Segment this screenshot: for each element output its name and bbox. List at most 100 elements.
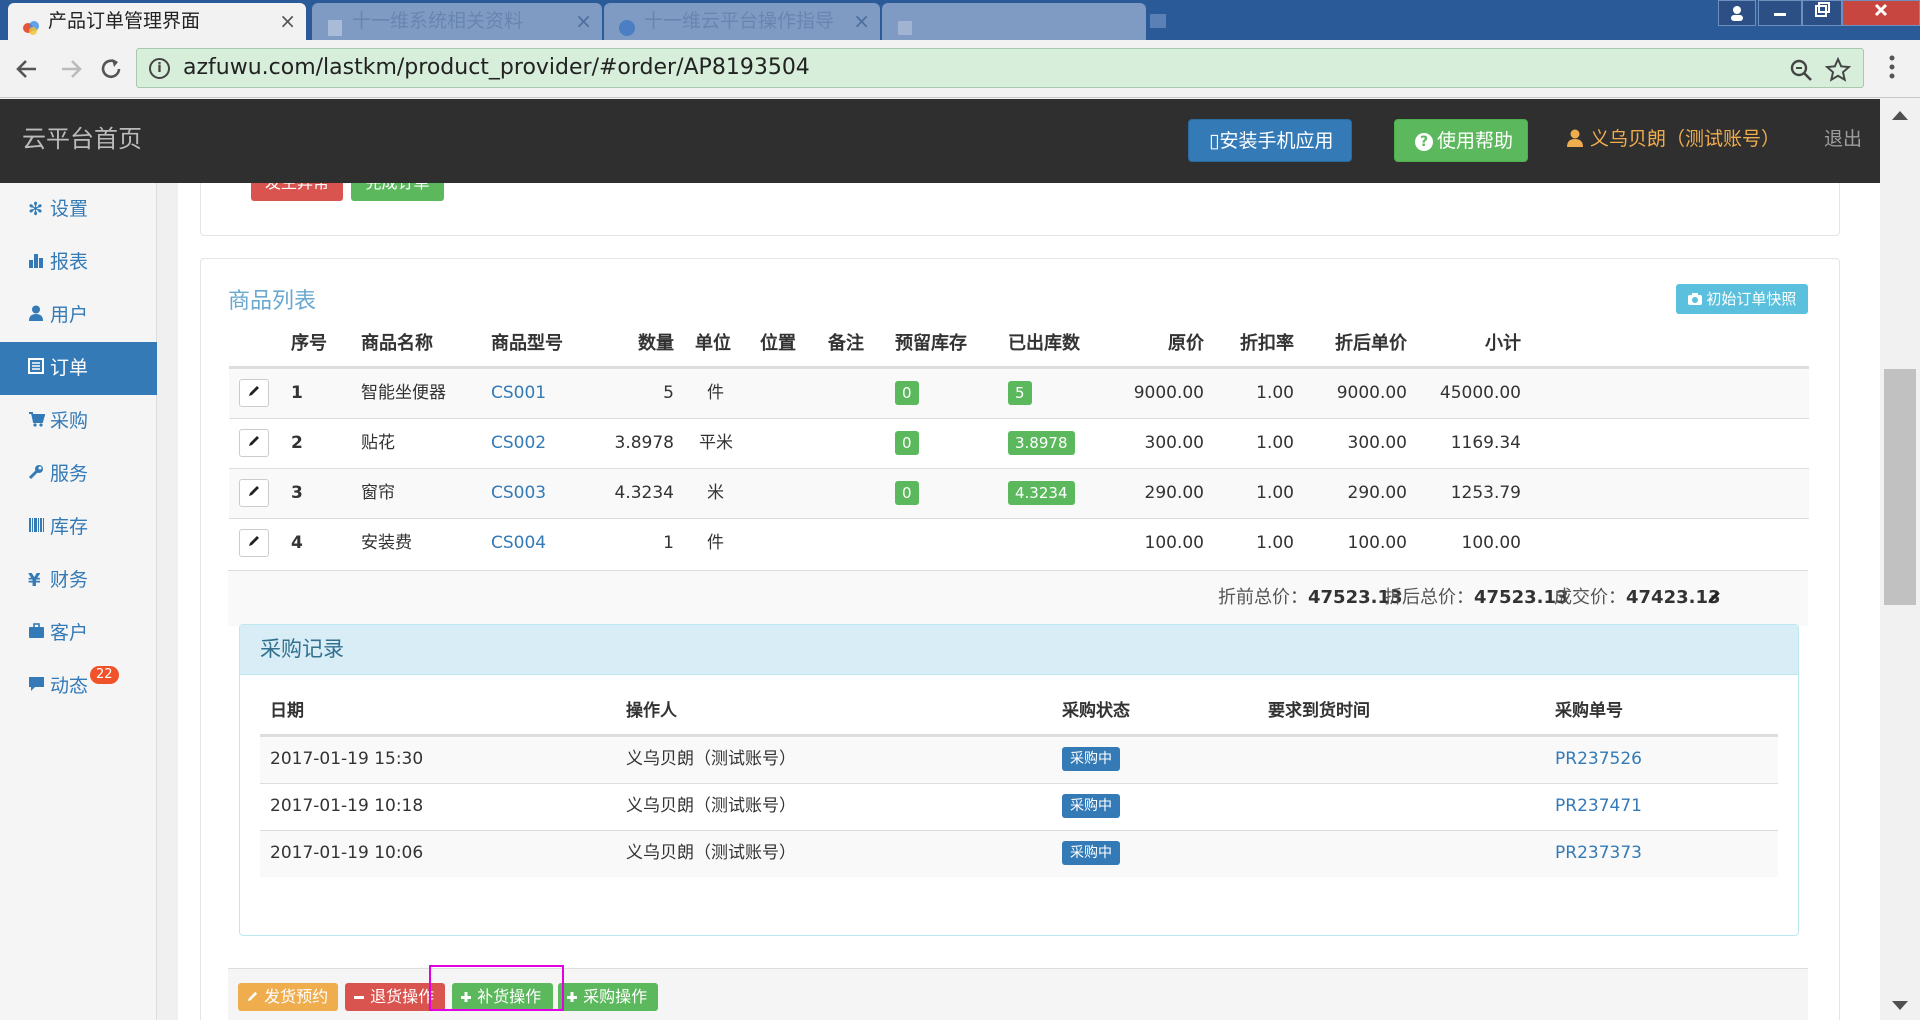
product-name: 安装费 (361, 533, 412, 553)
shipped-count: 4.3234 (1008, 469, 1075, 517)
subtotal: 1253.79 (1450, 483, 1521, 503)
edit-pencil-icon[interactable] (239, 429, 269, 457)
unit: 平米 (699, 433, 733, 453)
forward-arrow-icon[interactable] (58, 50, 84, 90)
blurred-favicon-icon (896, 13, 914, 35)
status-badge: 采购中 (1062, 747, 1120, 771)
row-number: 1 (291, 383, 303, 403)
bar-chart-icon (28, 236, 50, 289)
tab-order-management[interactable]: 产品订单管理界面 × (8, 3, 306, 40)
column-header: 日期 (270, 701, 304, 721)
minimize-icon[interactable] (1758, 0, 1802, 26)
discount-rate: 1.00 (1256, 433, 1294, 453)
purchase-operator: 义乌贝朗（测试账号） (626, 796, 796, 816)
help-button[interactable]: ? 使用帮助 (1394, 119, 1528, 162)
edit-pencil-icon[interactable] (239, 379, 269, 407)
new-tab-button[interactable] (1150, 14, 1166, 28)
profile-icon[interactable] (1718, 0, 1756, 26)
column-header: 小计 (1485, 333, 1521, 354)
current-user-menu[interactable]: 义乌贝朗（测试账号） (1566, 99, 1780, 179)
address-bar[interactable]: i azfuwu.com/lastkm/product_provider/#or… (136, 48, 1864, 88)
discounted-unit-price: 100.00 (1347, 533, 1407, 553)
list-icon (28, 342, 50, 395)
logout-link[interactable]: 退出 (1824, 99, 1862, 179)
pencil-icon (246, 987, 259, 1006)
tab-close-icon[interactable]: × (853, 3, 870, 40)
reserved-stock: 0 (895, 419, 919, 467)
site-info-icon[interactable]: i (149, 58, 170, 79)
sidebar-item-activity[interactable]: 动态22 (0, 660, 157, 713)
sidebar-item-customers[interactable]: 客户 (0, 607, 157, 660)
product-model-link[interactable]: CS003 (491, 469, 546, 517)
install-mobile-app-label: 安装手机应用 (1219, 130, 1334, 152)
shipped-count: 3.8978 (1008, 419, 1075, 467)
scroll-down-arrow-icon[interactable] (1892, 1001, 1908, 1010)
edit-deal-price-pencil-icon[interactable] (1706, 571, 1722, 625)
sidebar-item-users[interactable]: 用户 (0, 289, 157, 342)
brand-home-link[interactable]: 云平台首页 (22, 99, 142, 179)
purchase-operation-button[interactable]: 采购操作 (558, 983, 658, 1011)
subtotal: 100.00 (1461, 533, 1521, 553)
column-header: 折后单价 (1335, 333, 1407, 354)
product-model-link[interactable]: CS002 (491, 419, 546, 467)
sidebar-item-inventory[interactable]: 库存 (0, 501, 157, 554)
column-header: 商品名称 (361, 333, 433, 354)
scroll-up-arrow-icon[interactable] (1892, 111, 1908, 120)
question-circle-icon: ? (1415, 132, 1433, 151)
column-header: 采购状态 (1062, 701, 1130, 721)
reserved-badge: 0 (895, 481, 919, 505)
sidebar-item-purchase[interactable]: 采购 (0, 395, 157, 448)
ship-appointment-button[interactable]: 发货预约 (238, 983, 338, 1011)
tab-system-docs[interactable]: 十一维系统相关资料 × (312, 3, 602, 40)
column-header: 折扣率 (1240, 333, 1294, 354)
purchase-order-link[interactable]: PR237526 (1555, 737, 1642, 782)
reserved-stock: 0 (895, 469, 919, 517)
restore-icon[interactable] (1802, 0, 1842, 26)
purchase-order-link[interactable]: PR237373 (1555, 831, 1642, 876)
original-price: 9000.00 (1133, 383, 1204, 403)
browser-menu-icon[interactable] (1889, 48, 1895, 91)
install-mobile-app-button[interactable]: ▯安装手机应用 (1188, 119, 1352, 162)
goods-row: 1 智能坐便器 CS001 5 件 0 5 9000.00 1.00 9000.… (229, 368, 1809, 418)
tab-close-icon[interactable]: × (575, 3, 592, 40)
product-model-link[interactable]: CS001 (491, 369, 546, 417)
purchase-row: 2017-01-19 15:30 义乌贝朗（测试账号） 采购中 PR237526 (260, 736, 1778, 783)
back-arrow-icon[interactable] (14, 50, 40, 90)
column-header: 原价 (1168, 333, 1204, 354)
sidebar-item-service[interactable]: 服务 (0, 448, 157, 501)
column-header: 采购单号 (1555, 701, 1623, 721)
original-price: 290.00 (1144, 483, 1204, 503)
subtotal: 45000.00 (1439, 383, 1521, 403)
purchase-order-link[interactable]: PR237471 (1555, 784, 1642, 829)
page-scrollbar[interactable] (1880, 99, 1920, 1020)
report-exception-button[interactable]: 发生异常 (251, 183, 343, 201)
user-icon (1567, 129, 1583, 147)
column-header: 数量 (638, 333, 674, 354)
tab-title: 产品订单管理界面 (48, 10, 201, 32)
scrollbar-thumb[interactable] (1884, 369, 1916, 605)
close-window-icon[interactable] (1842, 0, 1920, 26)
camera-icon (1687, 290, 1702, 308)
product-model-link[interactable]: CS004 (491, 519, 546, 567)
initial-order-snapshot-button[interactable]: 初始订单快照 (1676, 284, 1808, 314)
purchase-records-title: 采购记录 (240, 625, 1798, 675)
product-name: 窗帘 (361, 483, 395, 503)
tab-platform-guide[interactable]: 十一维云平台操作指导 × (604, 3, 880, 40)
sidebar-item-reports[interactable]: 报表 (0, 236, 157, 289)
pre-discount-label: 折前总价： (1218, 587, 1308, 608)
tab-blurred[interactable] (882, 3, 1146, 40)
shipped-badge: 4.3234 (1008, 481, 1075, 505)
notification-badge: 22 (90, 666, 119, 684)
zoom-icon[interactable] (1789, 54, 1813, 88)
edit-pencil-icon[interactable] (239, 479, 269, 507)
sidebar-item-settings[interactable]: ✻ 设置 (0, 183, 157, 236)
sidebar-item-finance[interactable]: ¥ 财务 (0, 554, 157, 607)
tab-close-icon[interactable]: × (279, 3, 296, 40)
shipped-badge: 5 (1008, 381, 1032, 405)
bookmark-star-icon[interactable] (1824, 51, 1852, 90)
sidebar-item-orders[interactable]: 订单 (0, 342, 157, 395)
edit-pencil-icon[interactable] (239, 529, 269, 557)
reload-icon[interactable] (98, 50, 124, 90)
complete-order-button[interactable]: 完成订单 (351, 183, 444, 201)
goods-table-header: 序号 商品名称 商品型号 数量 单位 位置 备注 预留库存 已出库数 原价 折扣… (229, 320, 1809, 368)
